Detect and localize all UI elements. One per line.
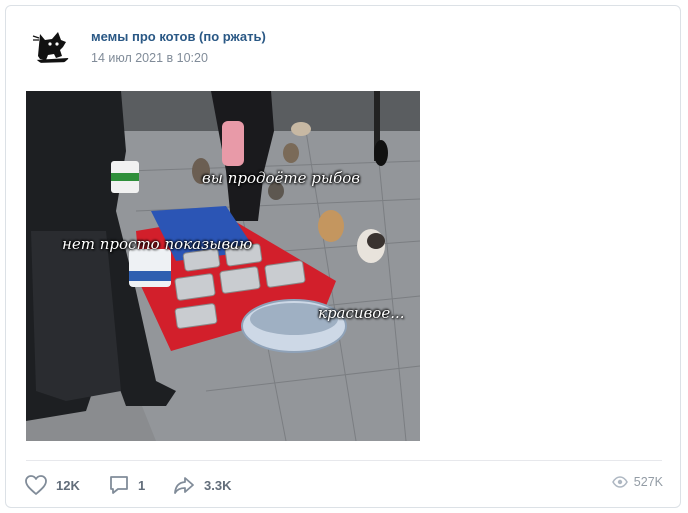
post-date[interactable]: 14 июл 2021 в 10:20 bbox=[91, 51, 208, 65]
share-button[interactable]: 3.3K bbox=[172, 473, 231, 497]
views-count: 527K bbox=[633, 475, 663, 489]
cat-logo-icon bbox=[30, 22, 74, 66]
community-name-link[interactable]: мемы про котов (по ржать) bbox=[91, 29, 266, 44]
comment-icon bbox=[110, 476, 128, 494]
post-image[interactable]: вы продоёте рыбов нет просто показываю к… bbox=[26, 91, 420, 441]
market-cats-photo bbox=[26, 91, 420, 441]
share-arrow-icon bbox=[174, 477, 194, 494]
share-count: 3.3K bbox=[204, 477, 232, 493]
views-counter: 527K bbox=[611, 475, 663, 489]
comment-count: 1 bbox=[138, 477, 146, 493]
community-avatar[interactable] bbox=[30, 22, 74, 66]
eye-icon bbox=[611, 476, 628, 488]
like-count: 12K bbox=[56, 477, 80, 493]
heart-icon bbox=[25, 475, 47, 495]
image-caption-2: нет просто показываю bbox=[62, 235, 253, 253]
actions-divider bbox=[26, 460, 662, 461]
like-button[interactable]: 12K bbox=[24, 473, 80, 497]
comment-button[interactable]: 1 bbox=[108, 473, 145, 497]
image-caption-3: красивое... bbox=[318, 304, 405, 322]
image-caption-1: вы продоёте рыбов bbox=[202, 169, 361, 187]
post-card: мемы про котов (по ржать) 14 июл 2021 в … bbox=[5, 5, 681, 508]
